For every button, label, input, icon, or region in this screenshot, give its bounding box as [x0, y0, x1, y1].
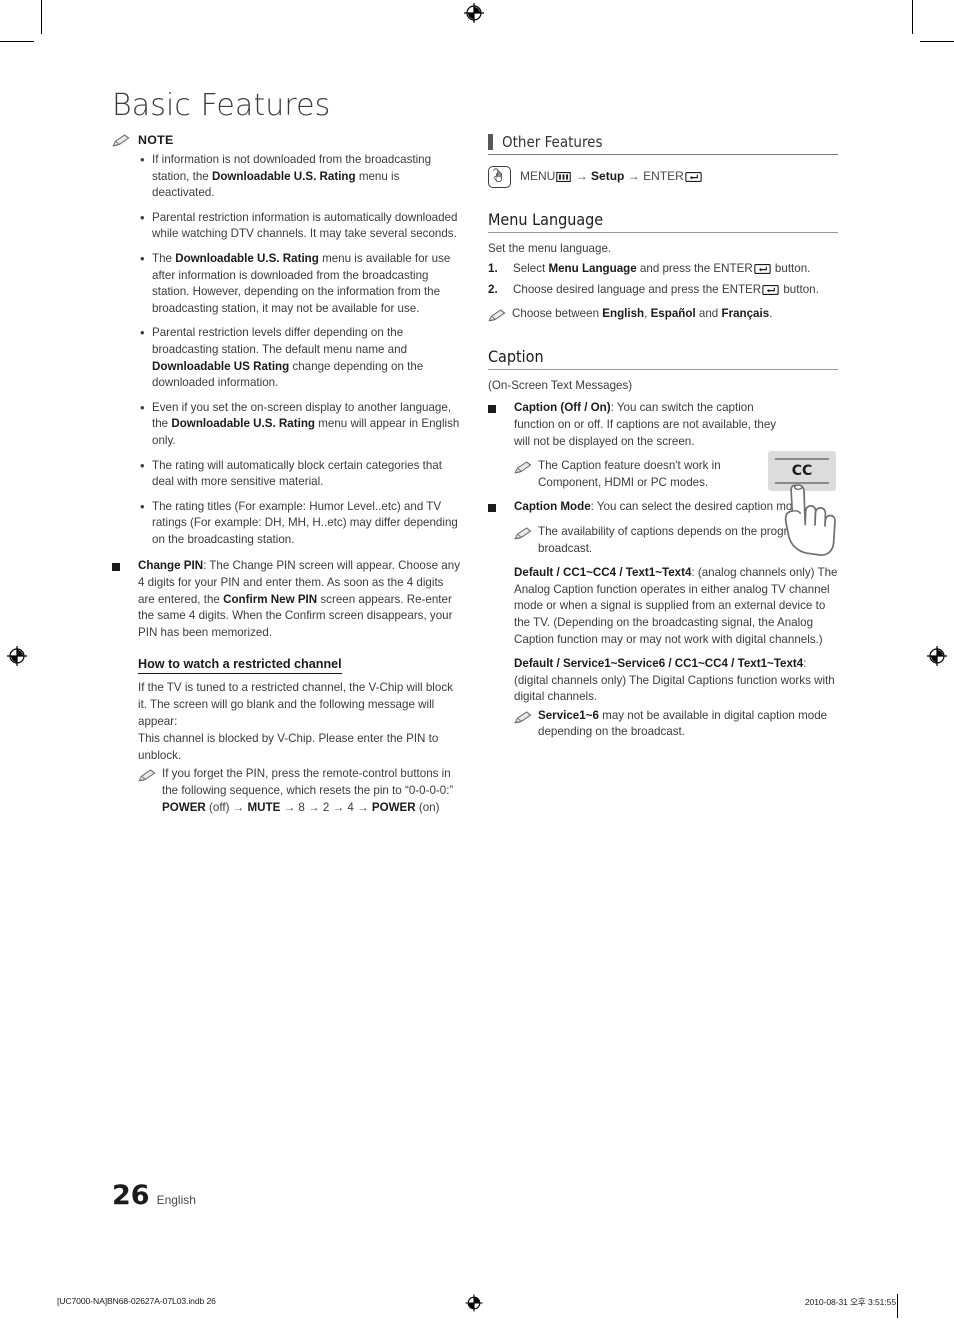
pencil-icon [112, 133, 130, 147]
change-pin-item: Change PIN: The Change PIN screen will a… [112, 558, 462, 641]
menu-path-suffix: ENTER [643, 169, 684, 183]
note-bullet-item: • If information is not downloaded from t… [112, 152, 462, 202]
note-bullet-text: Parental restriction information is auto… [152, 210, 458, 241]
note-bullet-text: The rating titles (For example: Humor Le… [152, 499, 458, 546]
note-bullet-item: • The rating titles (For example: Humor L… [112, 499, 462, 549]
print-footer: [UC7000-NA]BN68-02627A-07L03.indb 26 201… [0, 1293, 954, 1318]
menu-key-icon [556, 171, 572, 185]
menu-path-prefix: MENU [520, 169, 556, 183]
page-number: 26 [112, 1180, 150, 1211]
menu-language-note-text: Choose between English, Español and Fran… [512, 306, 773, 320]
bullet-dot-icon: • [140, 399, 145, 415]
registration-target-icon-footer [464, 1293, 484, 1318]
page-title: Basic Features [112, 88, 331, 123]
page-language: English [156, 1193, 196, 1207]
bullet-dot-icon: • [140, 250, 145, 266]
footer-rule [897, 1294, 898, 1318]
bullet-dot-icon: • [140, 325, 145, 341]
menu-language-steps: 1. Select Menu Language and press the ENT… [488, 261, 838, 301]
bullet-dot-icon: • [140, 457, 145, 473]
manual-page: Basic Features NOTE • If information is n… [0, 0, 954, 1321]
menu-path: MENU → Setup → ENTER [488, 166, 838, 188]
caption-subtitle: (On-Screen Text Messages) [488, 378, 633, 392]
note-bullet-text: Parental restriction levels differ depen… [152, 326, 424, 390]
bullet-dot-icon: • [140, 152, 145, 167]
bullet-dot-icon: • [140, 209, 145, 225]
note-bullet-item: • Parental restriction levels differ depe… [112, 325, 462, 391]
pencil-icon [138, 769, 156, 782]
step-text: Select Menu Language and press the ENTER… [513, 261, 838, 280]
bullet-dot-icon: • [140, 498, 145, 514]
enter-key-icon [685, 171, 702, 185]
footer-timestamp: 2010-08-31 오후 3:51:55 [804, 1297, 896, 1307]
pencil-icon [488, 309, 506, 322]
note-bullet-item: • The rating will automatically block cer… [112, 458, 462, 491]
restricted-channel-heading: How to watch a restricted channel [138, 657, 342, 675]
pencil-icon [514, 711, 532, 724]
pencil-icon [514, 461, 532, 474]
change-pin-text: Change PIN: The Change PIN screen will a… [138, 559, 460, 639]
square-bullet-icon [488, 400, 514, 450]
note-bullet-item: • Even if you set the on-screen display t… [112, 400, 462, 450]
note-bullet-text: Even if you set the on-screen display to… [152, 400, 460, 447]
note-label: NOTE [138, 133, 174, 147]
note-bullet-text: The rating will automatically block cert… [152, 458, 442, 489]
section-header-other-features: Other Features [488, 133, 838, 155]
enter-key-icon [754, 263, 771, 280]
menu-path-arrow-1: → [575, 169, 588, 183]
restricted-channel-paragraph-2: This channel is blocked by V-Chip. Pleas… [138, 732, 439, 762]
pencil-icon [514, 527, 532, 540]
caption-digital-note-text: Service1~6 may not be available in digit… [538, 708, 828, 739]
enter-key-icon [762, 284, 779, 301]
step-number: 2. [488, 283, 498, 297]
subsection-heading-caption: Caption [488, 347, 838, 370]
restricted-channel-note: If you forget the PIN, press the remote-… [138, 766, 462, 816]
restricted-channel-note-text: If you forget the PIN, press the remote-… [162, 767, 454, 814]
restricted-channel-block: How to watch a restricted channel If the… [138, 655, 462, 816]
note-bullet-text: If information is not downloaded from th… [152, 153, 432, 200]
menu-language-step: 1. Select Menu Language and press the ENT… [488, 261, 838, 280]
caption-item: Caption (Off / On): You can switch the c… [488, 400, 838, 450]
caption-digital-modes: Default / Service1~Service6 / CC1~CC4 / … [514, 657, 835, 704]
note-bullet-item: • Parental restriction information is aut… [112, 210, 462, 243]
right-column: Other Features MENU → Setup → ENTER Menu… [488, 133, 838, 749]
square-bullet-icon [488, 499, 514, 516]
caption-item-note-text: The Caption feature doesn't work in Comp… [538, 459, 721, 489]
hand-press-icon [488, 166, 511, 188]
menu-language-note: Choose between English, Español and Fran… [488, 306, 838, 327]
note-bullet-item: • The Downloadable U.S. Rating menu is av… [112, 251, 462, 317]
note-bullet-text: The Downloadable U.S. Rating menu is ava… [152, 251, 451, 315]
footer-file-name: [UC7000-NA]BN68-02627A-07L03.indb 26 [57, 1296, 216, 1306]
section-header-label: Other Features [502, 133, 603, 151]
menu-language-step: 2. Choose desired language and press the … [488, 282, 838, 301]
note-bullet-list: • If information is not downloaded from t… [112, 152, 462, 548]
restricted-channel-paragraph-1: If the TV is tuned to a restricted chann… [138, 681, 453, 728]
step-text: Choose desired language and press the EN… [513, 282, 838, 301]
caption-analog-modes: Default / CC1~CC4 / Text1~Text4: (analog… [514, 566, 838, 646]
subsection-heading-menu-language: Menu Language [488, 210, 838, 233]
left-column: NOTE • If information is not downloaded f… [112, 133, 462, 824]
cc-button-illustration: CC [764, 449, 854, 567]
menu-language-intro: Set the menu language. [488, 242, 612, 255]
cc-button-label: CC [792, 463, 813, 479]
menu-path-text: MENU → Setup → ENTER [520, 169, 703, 185]
caption-digital-note: Service1~6 may not be available in digit… [514, 708, 838, 741]
square-bullet-icon [112, 558, 138, 641]
menu-path-arrow-2: → [627, 169, 640, 183]
section-bar [488, 134, 493, 150]
menu-path-middle: Setup [591, 169, 625, 183]
page-number-block: 26 English [112, 1180, 196, 1211]
note-heading: NOTE [112, 133, 462, 147]
caption-item-text: Caption (Off / On): You can switch the c… [514, 401, 777, 448]
step-number: 1. [488, 261, 498, 275]
